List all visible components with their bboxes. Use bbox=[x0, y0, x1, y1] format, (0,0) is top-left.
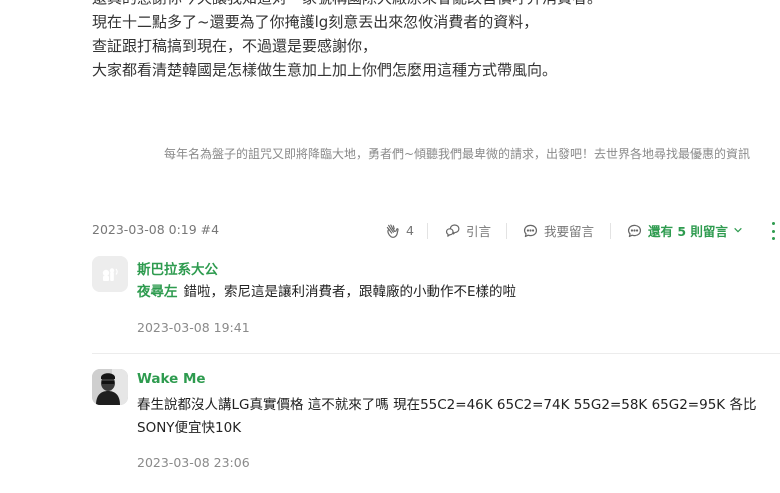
divider bbox=[427, 223, 428, 239]
clap-hand-icon bbox=[386, 223, 399, 238]
post-timestamp: 2023-03-08 0:19 #4 bbox=[92, 222, 220, 237]
comment-body: 錯啦，索尼這是讓利消費者，跟韓廠的小動作不E樣的啦 bbox=[183, 284, 517, 300]
chevron-down-icon bbox=[734, 227, 742, 233]
comment-bubble-icon bbox=[627, 224, 642, 237]
comment-bubble-icon bbox=[523, 224, 538, 237]
comment-text: 春生說都沒人講LG真實價格 這不就來了嗎 現在55C2=46K 65C2=74K… bbox=[137, 394, 767, 440]
comment-body: SONY便宜快10K bbox=[137, 420, 242, 436]
like-button[interactable]: 4 bbox=[384, 220, 414, 240]
quote-button[interactable]: 引言 bbox=[444, 220, 491, 240]
user-photo-icon bbox=[92, 369, 128, 405]
mention-link[interactable]: 夜尋左 bbox=[137, 284, 178, 300]
comment-body: 春生說都沒人講LG真實價格 這不就來了嗎 現在55C2=46K 65C2=74K… bbox=[137, 397, 757, 413]
more-replies-button[interactable]: 還有 5 則留言 bbox=[626, 220, 743, 240]
post-signature: 每年名為盤子的詛咒又即將降臨大地，勇者們~傾聽我們最卑微的請求，出發吧！去世界各… bbox=[164, 147, 751, 161]
avatar[interactable] bbox=[92, 256, 128, 292]
comment-author[interactable]: 斯巴拉系大公 bbox=[137, 258, 218, 278]
comment-divider bbox=[92, 353, 780, 354]
post-line: 現在十二點多了~還要為了你掩護lg刻意丟出來忽攸消費者的資料， bbox=[92, 13, 539, 31]
comment-timestamp: 2023-03-08 23:06 bbox=[137, 455, 250, 470]
post-body: 還真的感謝你今天讓我知道对一家號稱國際大廠原來會亂改售價呼弄消費者。 現在十二點… bbox=[92, 0, 772, 82]
comment-author[interactable]: Wake Me bbox=[137, 371, 206, 387]
comment-item: Wake Me 春生說都沒人講LG真實價格 這不就來了嗎 現在55C2=46K … bbox=[92, 369, 780, 479]
post-line: 大家都看清楚韓國是怎樣做生意加上加上你們怎麼用這種方式帶風向。 bbox=[92, 61, 558, 79]
comment-item: 斯巴拉系大公 夜尋左 錯啦，索尼這是讓利消費者，跟韓廠的小動作不E樣的啦 2023… bbox=[92, 256, 780, 346]
more-options-icon[interactable] bbox=[772, 222, 776, 240]
post-line: 查証跟打稿搞到現在，不過還是要感謝你， bbox=[92, 37, 378, 55]
comment-text: 夜尋左 錯啦，索尼這是讓利消費者，跟韓廠的小動作不E樣的啦 bbox=[137, 281, 767, 304]
post-meta-bar: 2023-03-08 0:19 #4 4 引言 我要留言 還有 5 則留言 bbox=[92, 220, 780, 242]
post-line: 還真的感謝你今天讓我知道对一家號稱國際大廠原來會亂改售價呼弄消費者。 bbox=[92, 0, 772, 10]
default-avatar-icon bbox=[92, 256, 128, 292]
reply-label: 我要留言 bbox=[544, 223, 595, 239]
like-count: 4 bbox=[406, 222, 414, 238]
divider bbox=[610, 223, 611, 239]
quote-label: 引言 bbox=[466, 223, 492, 239]
more-replies-label: 還有 5 則留言 bbox=[648, 223, 728, 239]
quote-bubble-icon bbox=[445, 223, 460, 237]
divider bbox=[506, 223, 507, 239]
reply-button[interactable]: 我要留言 bbox=[522, 220, 594, 240]
avatar[interactable] bbox=[92, 369, 128, 405]
comment-timestamp: 2023-03-08 19:41 bbox=[137, 320, 250, 335]
